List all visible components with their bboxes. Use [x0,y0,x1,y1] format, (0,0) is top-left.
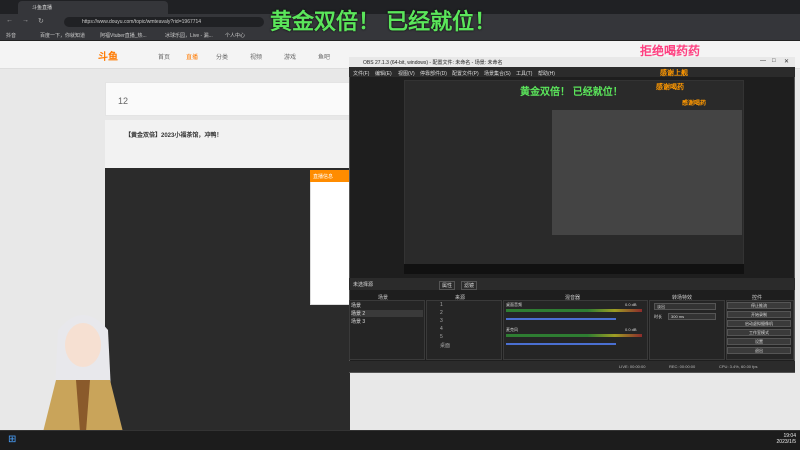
menu-item[interactable]: 视图(V) [398,70,415,77]
menu-item[interactable]: 配置文件(P) [452,70,479,77]
menu-item[interactable]: 文件(F) [353,70,369,77]
no-source-label: 未选择源 [353,282,374,288]
start-recording-button[interactable]: 开始录制 [727,311,791,318]
source-item[interactable]: 1 [440,302,443,308]
source-toolbar: 未选择源 属性 滤镜 [349,278,795,290]
close-icon[interactable]: ✕ [784,58,789,65]
duration-label: 时长 [654,314,662,319]
obs-menu-bar [349,67,795,77]
tool-row: 12 [105,82,350,116]
mixer-channel-name: 麦克风 [506,327,518,332]
refresh-icon[interactable]: ↻ [38,17,44,25]
clock-date: 2023/1/5 [776,439,796,445]
bookmark-item[interactable]: 抖音 [6,32,16,39]
bookmark-item[interactable]: 冰球乐园，Live - 漏... [165,32,213,39]
preview-taskbar [404,264,744,274]
stream-overlay-title: 黄金双倍！ 已经就位！ [270,9,497,34]
rec-timer: REC: 00:00:00 [669,364,696,369]
nav-item[interactable]: 直播 [186,52,198,61]
nested-preview [552,110,742,235]
overlay-sticker: 感谢上舰 [660,70,688,77]
obs-title-bar: OBS 27.1.3 (64-bit, windows) - 配置文件: 未命名… [349,57,795,67]
obs-status-bar: LIVE: 00:00:00 REC: 00:00:00 CPU: 3.4%, … [349,361,795,372]
scene-item[interactable]: 场景 2 [351,310,423,317]
windows-taskbar [0,430,800,450]
scene-item[interactable]: 场景 [351,302,361,309]
menu-item[interactable]: 编辑(E) [375,70,392,77]
mixer-channel-level: 0.0 dB [625,327,637,332]
nav-item[interactable]: 游戏 [284,52,296,61]
mixer-channel-level: 0.0 dB [625,302,637,307]
mixer-meter [506,309,642,312]
menu-item[interactable]: 帮助(H) [538,70,555,77]
windows-start-icon[interactable]: ⊞ [8,434,16,445]
transition-select[interactable]: 淡出 [654,303,716,310]
filters-button[interactable]: 滤镜 [461,281,478,290]
nav-item[interactable]: 首页 [158,52,170,61]
scene-item[interactable]: 场景 3 [351,318,365,325]
preview-overlay-title: 黄金双倍！ 已经就位！ [520,87,623,98]
maximize-icon[interactable]: □ [772,58,776,64]
vtuber-avatar [43,315,123,432]
follow-count: 12 [118,96,129,106]
overlay-sticker: 拒绝喝药药 [640,44,701,58]
menu-item[interactable]: 工具(T) [516,70,532,77]
mixer-meter [506,334,642,337]
url-field[interactable]: https://www.douyu.com/topic/wmteavaly?ri… [64,17,264,27]
stop-streaming-button[interactable]: 停止推流 [727,302,791,309]
nav-item[interactable]: 视频 [250,52,262,61]
source-item[interactable]: 3 [440,318,443,324]
exit-button[interactable]: 退出 [727,347,791,354]
douyu-logo[interactable]: 斗鱼 [98,48,118,63]
menu-item[interactable]: 场景集合(S) [484,70,511,77]
minimize-icon[interactable]: — [760,58,766,64]
overlay-sticker: 感谢喝药 [656,84,684,91]
volume-slider[interactable] [506,343,616,345]
back-icon[interactable]: ← [6,17,13,24]
menu-item[interactable]: 停靠部件(D) [420,70,447,77]
bookmark-item[interactable]: 百度一下，你就知道 [40,32,85,39]
bookmark-item[interactable]: 阿福Vtuber直播_热... [100,32,147,39]
browser-tab[interactable]: 斗鱼直播 [18,1,168,14]
nav-item[interactable]: 分类 [216,52,228,61]
sources-dock [426,300,502,360]
mixer-channel-name: 桌面音频 [506,302,522,307]
source-item[interactable]: 2 [440,310,443,316]
virtual-camera-button[interactable]: 启动虚拟摄像机 [727,320,791,327]
system-clock[interactable]: 19:04 2023/1/5 [770,433,796,445]
overlay-sticker: 感谢喝药 [682,101,707,107]
properties-button[interactable]: 属性 [439,281,456,290]
cpu-fps: CPU: 3.4%, 60.00 fps [719,364,758,369]
forward-icon[interactable]: → [22,17,29,24]
source-item[interactable]: 桌面 [440,342,450,349]
nav-item[interactable]: 鱼吧 [318,52,330,61]
room-info: 【黄金双倍】2023小福茶馆，冲鸭！ [105,120,350,168]
studio-mode-button[interactable]: 工作室模式 [727,329,791,336]
duration-input[interactable]: 300 ms [668,313,716,320]
live-timer: LIVE: 00:00:00 [619,364,646,369]
source-item[interactable]: 5 [440,334,443,340]
settings-button[interactable]: 设置 [727,338,791,345]
bookmark-item[interactable]: 个人中心 [225,32,245,39]
room-title: 【黄金双倍】2023小福茶馆，冲鸭！ [125,133,223,139]
volume-slider[interactable] [506,318,616,320]
source-item[interactable]: 4 [440,326,443,332]
tab-title: 斗鱼直播 [32,5,53,11]
scenes-dock [349,300,425,360]
